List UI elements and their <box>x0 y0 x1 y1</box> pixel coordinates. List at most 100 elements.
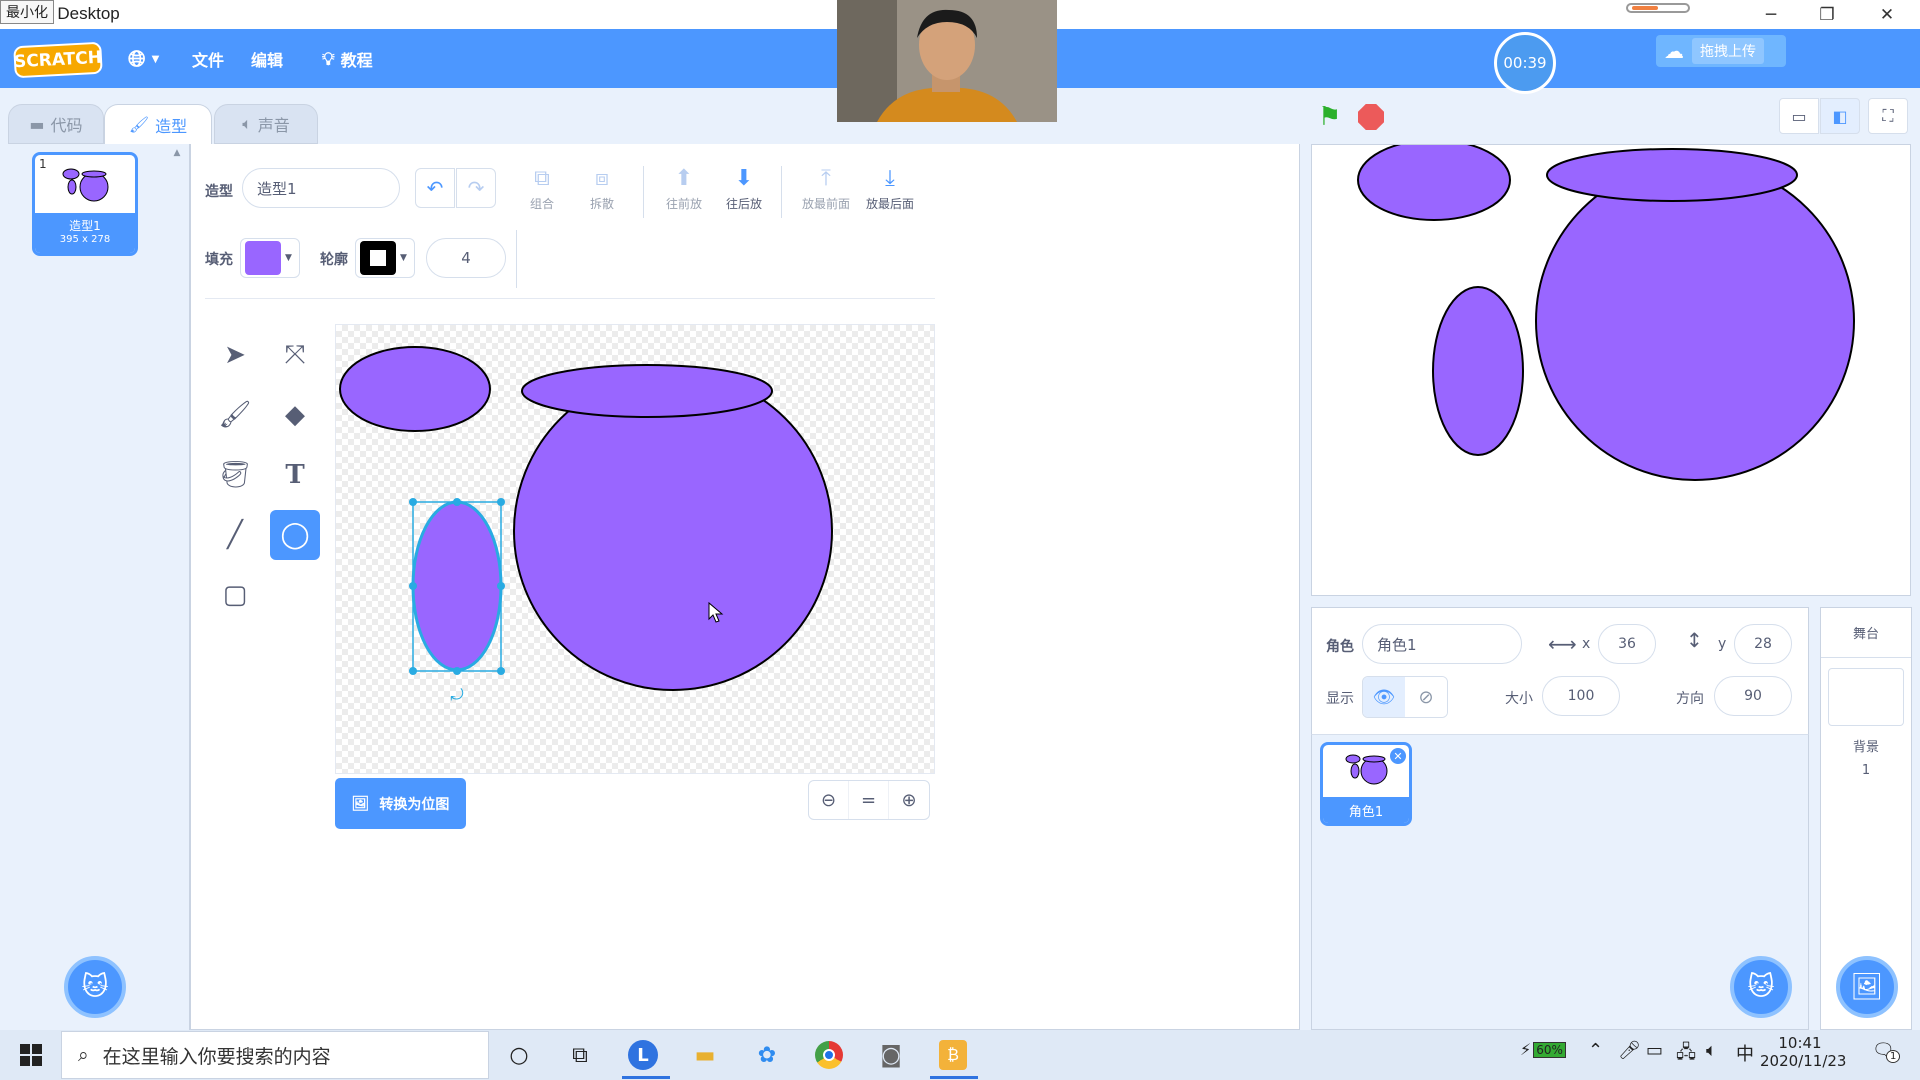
text-tool-icon[interactable]: T <box>270 450 320 500</box>
ungroup-label: 拆散 <box>589 197 614 211</box>
line-tool-icon[interactable]: ╱ <box>210 510 260 560</box>
delete-sprite-icon[interactable]: ✕ <box>1390 748 1406 764</box>
camera-app-icon[interactable]: ◙ <box>866 1035 916 1075</box>
select-tool-icon[interactable]: ➤ <box>210 330 260 380</box>
image-icon: 🖼︎ <box>351 795 370 812</box>
fill-color-picker[interactable]: ▼ <box>240 238 300 278</box>
pinned-app-icon[interactable]: ₿ <box>928 1035 978 1075</box>
zoom-out-icon[interactable]: ⊖ <box>809 781 849 819</box>
costume-list-scrollbar[interactable]: ▲ <box>170 148 184 1023</box>
stage-canvas[interactable] <box>1311 139 1911 596</box>
code-icon: ▬ <box>29 114 45 134</box>
direction-input[interactable]: 90 <box>1714 676 1792 716</box>
costume-name-input[interactable]: 造型1 <box>242 168 400 208</box>
task-view-icon[interactable]: ⧉ <box>555 1035 605 1075</box>
costume-name: 造型1 <box>69 219 101 233</box>
taskbar-search[interactable]: ⌕ 在这里输入你要搜索的内容 <box>61 1031 489 1079</box>
taskbar-search-placeholder: 在这里输入你要搜索的内容 <box>102 1045 331 1068</box>
edit-menu[interactable]: 编辑 <box>251 44 283 74</box>
back-button[interactable]: ⤓ 放最后面 <box>860 166 920 212</box>
upload-label: 拖拽上传 <box>1692 38 1764 64</box>
outline-color-picker[interactable]: ▼ <box>355 238 415 278</box>
fullscreen-icon[interactable]: ⛶ <box>1868 98 1908 134</box>
fill-tool-icon[interactable]: 🪣︎ <box>210 450 260 500</box>
ungroup-button[interactable]: ⧈ 拆散 <box>582 166 622 212</box>
fill-label: 填充 <box>205 252 233 268</box>
chrome-icon[interactable] <box>804 1035 854 1075</box>
battery-icon[interactable]: ▭ <box>1646 1040 1663 1061</box>
zoom-in-icon[interactable]: ⊕ <box>889 781 929 819</box>
restore-icon[interactable]: ❐ <box>1804 0 1850 29</box>
scratch-logo[interactable]: SCRATCH <box>13 41 103 79</box>
choose-sprite-icon[interactable]: 🐱︎ <box>1730 956 1792 1018</box>
backdrop-thumbnail[interactable] <box>1828 668 1904 726</box>
clock[interactable]: 10:41 2020/11/23 <box>1760 1034 1847 1070</box>
volume-icon[interactable]: 🔈︎ <box>1706 1040 1717 1061</box>
small-stage-icon[interactable]: ▭ <box>1779 98 1819 134</box>
y-input[interactable]: 28 <box>1734 624 1792 664</box>
redo-icon[interactable]: ↷ <box>456 168 496 208</box>
close-icon[interactable]: ✕ <box>1864 0 1910 29</box>
language-menu[interactable]: 🌐︎ ▼ <box>128 44 159 74</box>
upload-button[interactable]: ☁ 拖拽上传 <box>1656 35 1786 67</box>
minimize-icon[interactable]: ─ <box>1748 0 1794 29</box>
ungroup-icon: ⧈ <box>595 166 609 191</box>
size-input[interactable]: 100 <box>1542 676 1620 716</box>
eraser-tool-icon[interactable]: ◆ <box>270 390 320 440</box>
outline-width-input[interactable]: 4 <box>426 238 506 278</box>
convert-to-bitmap-button[interactable]: 🖼︎ 转换为位图 <box>335 778 466 829</box>
group-button[interactable]: ⧉ 组合 <box>522 166 562 212</box>
notifications-icon[interactable]: 🗨︎ 1 <box>1872 1040 1901 1063</box>
canvas-drawing[interactable]: ⤾ <box>336 325 936 775</box>
circle-tool-icon[interactable]: ◯ <box>270 510 320 560</box>
clock-date: 2020/11/23 <box>1760 1052 1847 1070</box>
eye-icon[interactable]: 👁︎ <box>1363 677 1405 717</box>
choose-costume-icon[interactable]: 🐱︎ <box>64 956 126 1018</box>
ellipse-shape <box>521 364 773 418</box>
rectangle-tool-icon[interactable]: ▢ <box>210 570 260 620</box>
sprite-card[interactable]: ✕ 角色1 <box>1320 742 1412 826</box>
battery-indicator[interactable]: ⚡︎ 60% <box>1520 1040 1566 1059</box>
zoom-reset-icon[interactable]: = <box>849 781 889 819</box>
large-stage-icon[interactable]: ◧ <box>1820 98 1860 134</box>
front-button[interactable]: ⤒ 放最前面 <box>796 166 856 212</box>
backward-label: 往后放 <box>725 197 762 211</box>
paint-canvas[interactable]: ⤾ <box>335 324 935 774</box>
chevron-up-icon[interactable]: ⌃ <box>1588 1040 1603 1061</box>
clock-time: 10:41 <box>1778 1034 1822 1052</box>
stop-icon[interactable] <box>1358 104 1384 130</box>
brush-tool-icon[interactable]: 🖌︎ <box>210 390 260 440</box>
microphone-icon[interactable]: 🎤︎ <box>1618 1040 1641 1061</box>
network-icon[interactable]: 🖧︎ <box>1676 1040 1696 1070</box>
ellipse-shape <box>339 346 491 432</box>
cortana-icon[interactable]: ○ <box>494 1035 544 1075</box>
tab-sounds[interactable]: 🔈︎ 声音 <box>214 104 318 144</box>
tab-costumes[interactable]: 🖌︎ 造型 <box>104 104 212 144</box>
undo-icon[interactable]: ↶ <box>415 168 455 208</box>
toolbar-divider <box>205 298 935 299</box>
cloud-app-icon[interactable]: ✿ <box>742 1035 792 1075</box>
costume-card[interactable]: 1 造型1 395 x 278 <box>32 152 138 256</box>
ime-indicator[interactable]: 中 <box>1736 1040 1754 1066</box>
costume-size: 395 x 278 <box>59 234 111 245</box>
eye-slash-icon[interactable]: ⊘ <box>1405 677 1447 717</box>
green-flag-icon[interactable]: ⚑ <box>1318 102 1341 132</box>
x-input[interactable]: 36 <box>1598 624 1656 664</box>
file-explorer-icon[interactable]: ▬ <box>680 1035 730 1075</box>
tutorials-menu[interactable]: 💡︎ 教程 <box>322 44 373 74</box>
choose-backdrop-icon[interactable]: 🖼︎ <box>1836 956 1898 1018</box>
search-icon: ⌕ <box>78 1044 89 1066</box>
stage-drawing <box>1357 139 1855 481</box>
reshape-tool-icon[interactable]: ⤧ <box>270 330 320 380</box>
backward-button[interactable]: ⬇ 往后放 <box>722 166 766 212</box>
forward-button[interactable]: ⬆ 往前放 <box>662 166 706 212</box>
selected-ellipse <box>411 500 503 672</box>
sprite-name-input[interactable]: 角色1 <box>1362 624 1522 664</box>
windows-start-icon[interactable] <box>6 1035 56 1075</box>
sprite-card-name: 角色1 <box>1323 797 1409 823</box>
tab-code[interactable]: ▬ 代码 <box>8 104 104 144</box>
forward-label: 往前放 <box>665 197 702 211</box>
app-l-icon[interactable]: L <box>618 1035 668 1075</box>
tab-costumes-label: 造型 <box>155 116 188 136</box>
file-menu[interactable]: 文件 <box>192 44 224 74</box>
